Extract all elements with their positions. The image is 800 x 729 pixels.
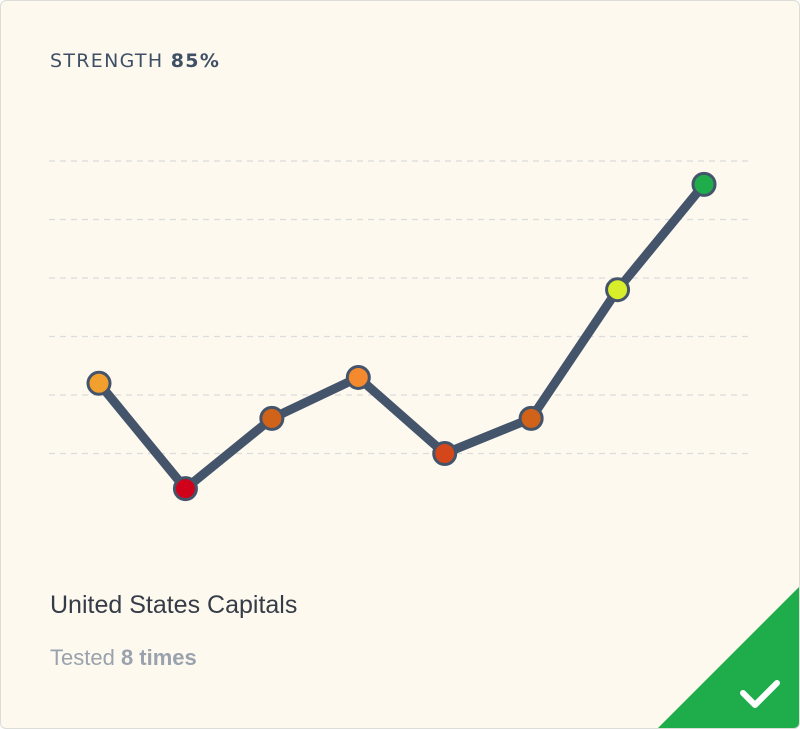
tested-count: Tested 8 times xyxy=(50,644,197,672)
chart-point-3 xyxy=(259,405,285,431)
chart-point-8 xyxy=(691,171,717,197)
chart-point-5 xyxy=(432,441,458,466)
deck-title: United States Capitals xyxy=(50,591,298,619)
chart-point-7 xyxy=(605,277,631,303)
chart-point-4 xyxy=(345,364,371,390)
chart-point-1 xyxy=(86,370,112,396)
chart-point-2 xyxy=(172,476,198,502)
tested-count-value: 8 times xyxy=(120,645,197,670)
deck-card[interactable]: STRENGTH 85% United States Capitals Test… xyxy=(0,0,800,729)
tested-prefix: Tested xyxy=(50,645,115,670)
chart-point-6 xyxy=(518,405,544,431)
